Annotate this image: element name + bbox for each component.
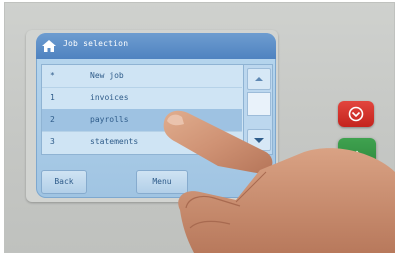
list-item-payrolls[interactable]: 2 payrolls (42, 109, 242, 132)
stop-button[interactable] (338, 101, 374, 127)
scroll-up-button[interactable] (247, 68, 271, 90)
screen-title: Job selection (63, 39, 129, 48)
row-number: 3 (50, 137, 55, 146)
list-item-new-job[interactable]: * New job (42, 65, 242, 88)
touch-screen: Job selection * New job 1 invoices 2 pay… (36, 33, 276, 198)
menu-button[interactable]: Menu (136, 170, 188, 194)
scroll-thumb[interactable] (247, 92, 271, 116)
row-label: statements (90, 137, 139, 146)
row-number: 2 (50, 115, 55, 124)
list-item-invoices[interactable]: 1 invoices (42, 87, 242, 110)
row-label: New job (90, 71, 124, 80)
stop-icon (348, 106, 364, 122)
chevron-down-icon (254, 138, 264, 143)
row-number: * (50, 71, 55, 80)
back-button[interactable]: Back (41, 170, 87, 194)
list-scrollbar[interactable] (243, 65, 272, 154)
row-label: payrolls (90, 115, 129, 124)
device-photo: Job selection * New job 1 invoices 2 pay… (4, 2, 395, 253)
scroll-down-button[interactable] (247, 129, 271, 151)
title-bar: Job selection (36, 33, 276, 59)
list-item-statements[interactable]: 3 statements (42, 131, 242, 153)
home-icon[interactable] (41, 38, 57, 54)
row-label: invoices (90, 93, 129, 102)
start-diamond-icon (346, 150, 368, 174)
job-list: * New job 1 invoices 2 payrolls 3 statem… (41, 64, 273, 155)
start-button[interactable] (338, 138, 376, 186)
row-number: 1 (50, 93, 55, 102)
chevron-up-icon (255, 77, 263, 81)
